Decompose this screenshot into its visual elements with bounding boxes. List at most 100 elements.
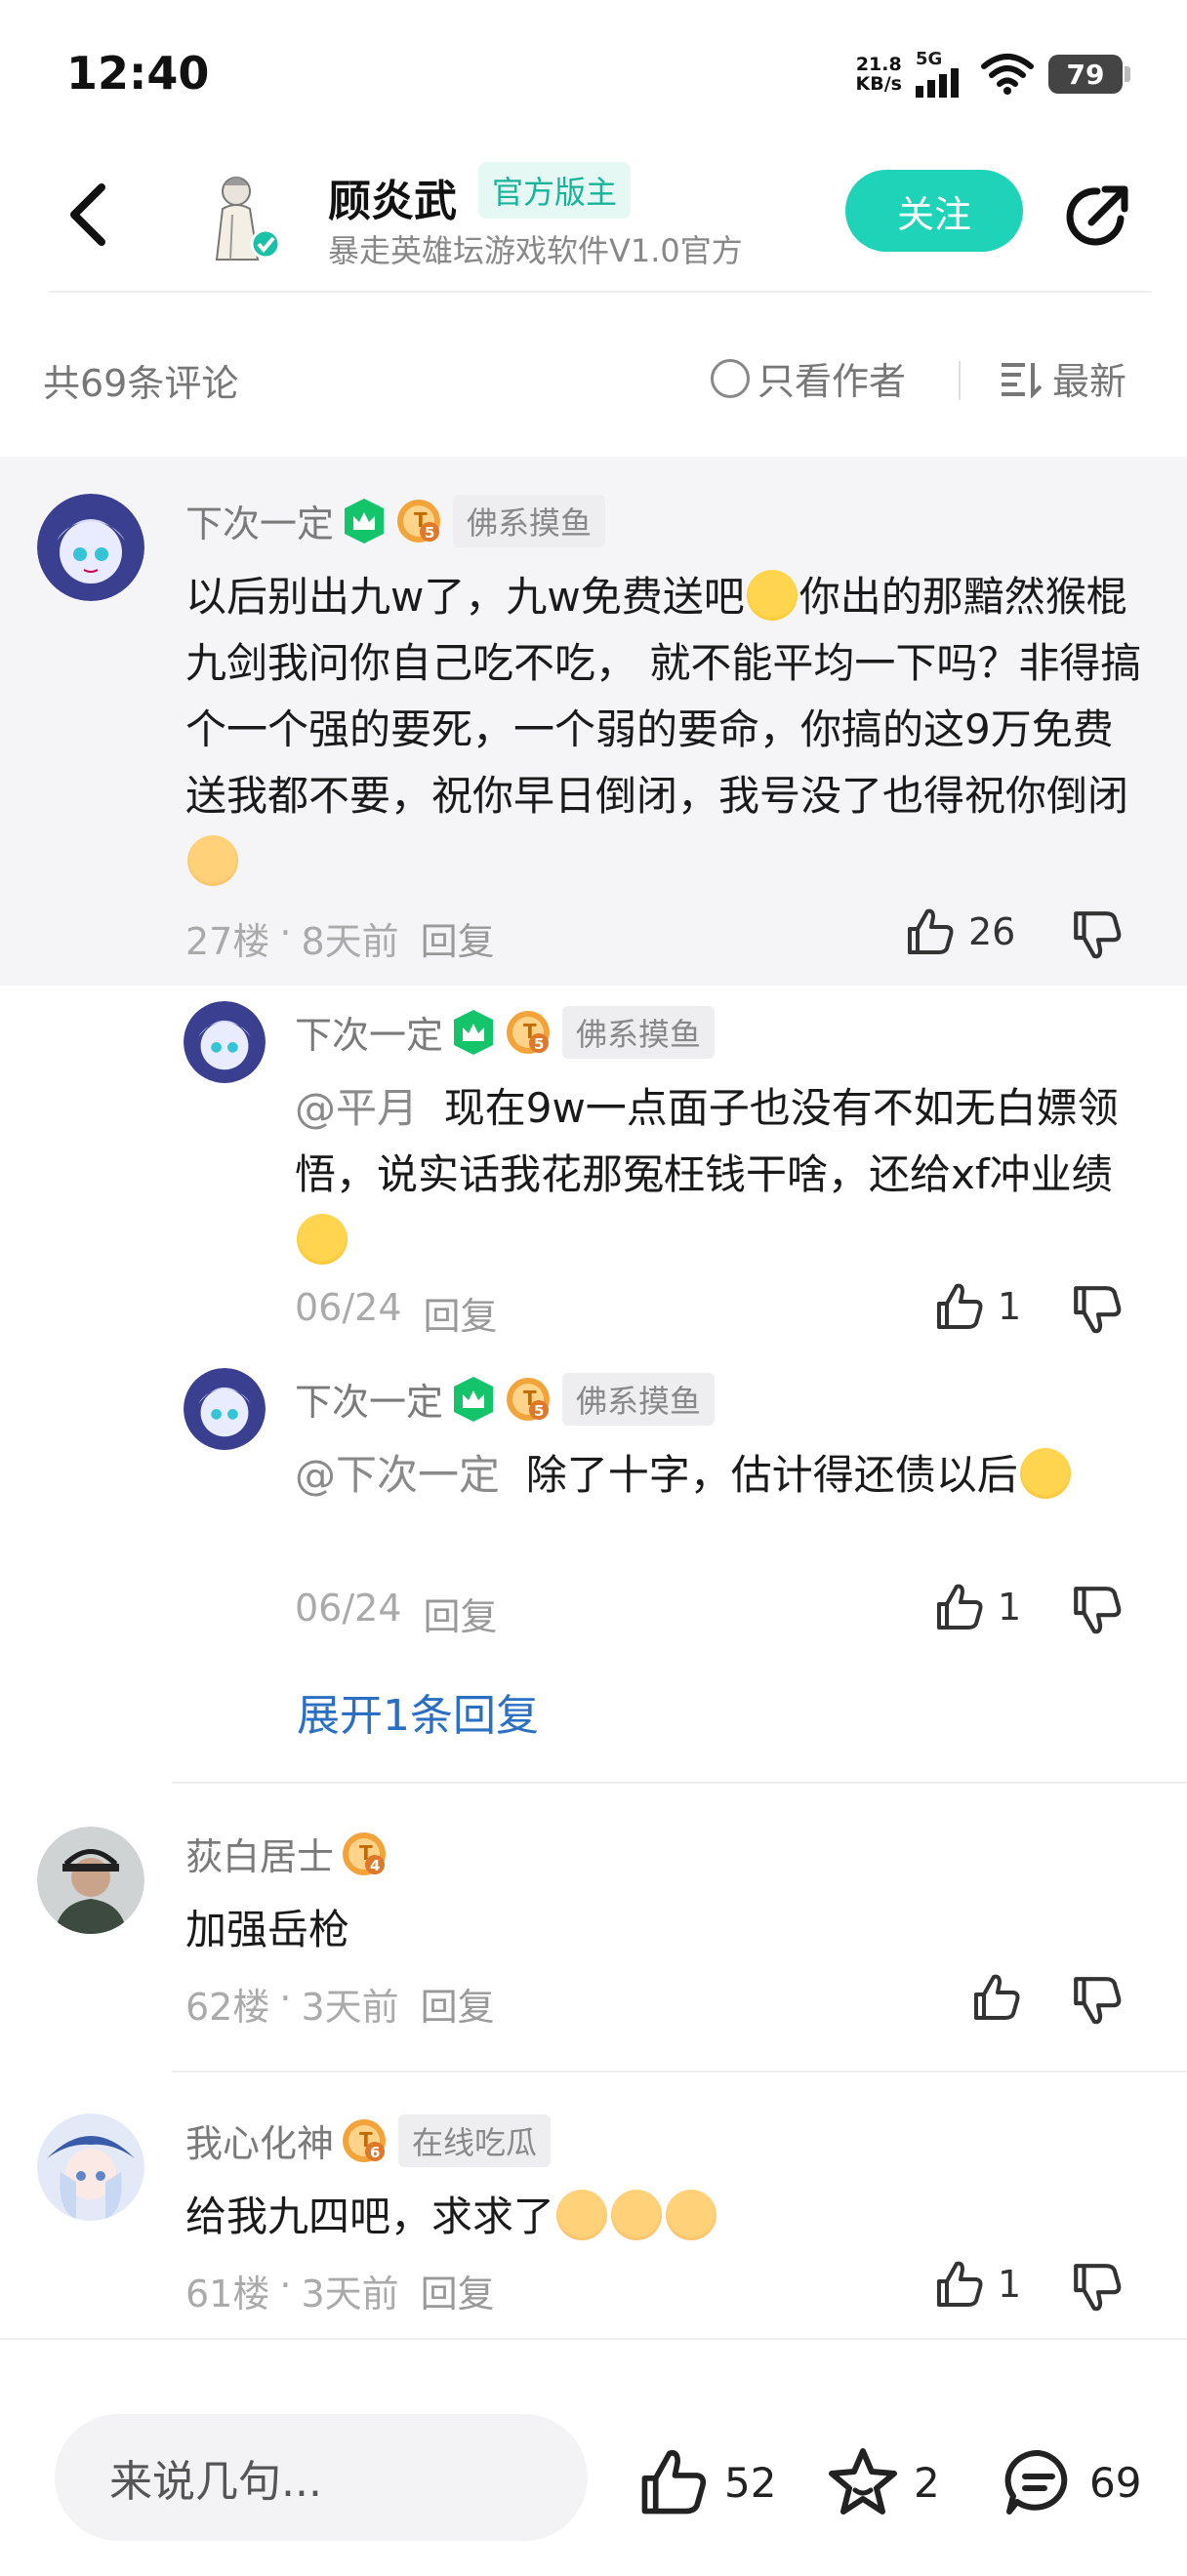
username[interactable]: 我心化神 — [185, 2113, 334, 2167]
reply-button[interactable]: 回复 — [424, 1587, 498, 1640]
like-button[interactable]: 1 — [933, 1280, 1021, 1333]
official-moderator-badge: 官方版主 — [478, 162, 632, 219]
flushed-emoji-icon — [187, 835, 238, 886]
crying-emoji-icon — [297, 1214, 348, 1265]
like-button[interactable] — [970, 1971, 1023, 2024]
mention-link[interactable]: @下次一定 — [295, 1451, 500, 1499]
author-only-toggle[interactable]: 只看作者 — [711, 351, 906, 405]
comment-count: 共69条评论 — [43, 362, 239, 405]
net-speed: 21.8 KB/s — [855, 54, 902, 95]
follow-button[interactable]: 关注 — [845, 170, 1023, 252]
status-bar: 12:40 21.8 KB/s 5G 79 — [0, 0, 1187, 146]
divider — [959, 361, 961, 400]
username[interactable]: 下次一定 — [295, 1005, 443, 1059]
svg-text:6: 6 — [370, 2144, 380, 2161]
reply-user-avatar[interactable] — [184, 1368, 266, 1450]
level-badge-icon: T 5 — [507, 1377, 551, 1421]
crown-badge-icon — [345, 498, 385, 543]
thumbs-up-icon — [908, 908, 954, 954]
reply-button[interactable]: 回复 — [421, 2264, 495, 2317]
comments-button[interactable]: 69 — [1002, 2445, 1141, 2519]
like-button[interactable]: 1 — [933, 2258, 1021, 2311]
reply-meta: 06/24 回复 — [295, 1286, 498, 1340]
favorite-button[interactable]: 2 — [826, 2445, 940, 2519]
comment-filter-bar: 共69条评论 只看作者 最新 — [0, 332, 1187, 420]
reply-button[interactable]: 回复 — [421, 1977, 495, 2031]
reply-meta: 06/24 回复 — [295, 1587, 498, 1640]
reply-text: @下次一定 除了十字，估计得还债以后 — [295, 1442, 1134, 1509]
like-button[interactable]: 26 — [904, 906, 1015, 958]
user-avatar[interactable] — [37, 2113, 144, 2221]
comment-meta: 61楼 · 3天前 回复 — [185, 2264, 495, 2317]
svg-text:5: 5 — [534, 1035, 544, 1053]
back-icon[interactable] — [61, 176, 119, 254]
user-title-tag: 佛系摸鱼 — [562, 1005, 716, 1059]
svg-text:5: 5 — [425, 524, 434, 542]
clock: 12:40 — [66, 47, 210, 100]
reply-user-avatar[interactable] — [184, 1001, 266, 1083]
svg-text:5: 5 — [534, 1402, 544, 1420]
thumbs-down-icon[interactable] — [1070, 1282, 1125, 1337]
post-like-button[interactable]: 52 — [636, 2445, 776, 2519]
username[interactable]: 下次一定 — [185, 494, 334, 547]
svg-text:4: 4 — [370, 1857, 380, 1874]
comment-text: 以后别出九w了，九w免费送吧 你出的那黯然猴棍九剑我问你自己吃不吃， 就不能平均一… — [185, 564, 1142, 896]
username[interactable]: 荻白居士 — [185, 1827, 334, 1880]
reply-button[interactable]: 回复 — [421, 911, 495, 965]
thumbs-down-icon[interactable] — [1070, 1973, 1125, 2028]
comment-user-row: 下次一定 T 5 佛系摸鱼 — [185, 494, 606, 547]
level-badge-icon: T 4 — [343, 1831, 387, 1875]
divider — [172, 1782, 1187, 1784]
smirk-emoji-icon — [746, 570, 798, 621]
crying-emoji-icon — [1019, 1448, 1071, 1499]
author-name[interactable]: 顾炎武 — [328, 166, 457, 228]
level-badge-icon: T 6 — [343, 2118, 387, 2162]
thumbs-up-icon — [937, 1584, 983, 1630]
thumbs-down-icon[interactable] — [1070, 2260, 1125, 2314]
user-title-tag: 佛系摸鱼 — [562, 1372, 716, 1426]
pleading-emoji-icon — [611, 2190, 663, 2240]
level-badge-icon: T 5 — [397, 499, 441, 543]
pleading-emoji-icon — [666, 2190, 717, 2240]
crown-badge-icon — [454, 1009, 494, 1055]
sort-icon — [1002, 362, 1043, 398]
sort-latest-button[interactable]: 最新 — [1000, 351, 1126, 405]
author-avatar[interactable] — [195, 166, 283, 263]
thumbs-down-icon[interactable] — [1070, 907, 1125, 962]
comment-user-row: 荻白居士 T 4 — [185, 1827, 389, 1880]
mention-link[interactable]: @平月 — [295, 1084, 418, 1132]
user-title-tag: 佛系摸鱼 — [453, 494, 606, 547]
comment-text: 加强岳枪 — [185, 1906, 350, 1953]
post-header: 顾炎武 官方版主 暴走英雄坛游戏软件V1.0官方 关注 — [0, 146, 1187, 283]
expand-replies-link[interactable]: 展开1条回复 — [297, 1680, 539, 1743]
thumbs-up-icon — [937, 2261, 983, 2307]
username[interactable]: 下次一定 — [295, 1372, 443, 1426]
status-icons: 21.8 KB/s 5G 79 — [855, 49, 1130, 98]
level-badge-icon: T 5 — [507, 1010, 551, 1054]
pleading-emoji-icon — [556, 2190, 608, 2240]
user-avatar[interactable] — [37, 1827, 144, 1934]
reply-user-row: 下次一定 T 5 佛系摸鱼 — [295, 1372, 716, 1426]
comment-input[interactable]: 来说几句... — [55, 2414, 588, 2541]
radio-circle-icon — [711, 358, 750, 398]
comment-meta: 27楼 · 8天前 回复 — [185, 911, 495, 965]
author-subtitle: 暴走英雄坛游戏软件V1.0官方 — [328, 232, 743, 269]
comment-bubble-icon — [1004, 2449, 1068, 2515]
reply-button[interactable]: 回复 — [424, 1286, 498, 1340]
thumbs-up-icon — [974, 1974, 1020, 2020]
crown-badge-icon — [454, 1376, 494, 1422]
cell-signal-icon: 5G — [916, 49, 966, 98]
reply-user-row: 下次一定 T 5 佛系摸鱼 — [295, 1005, 716, 1059]
bottom-action-bar: 来说几句... 52 2 69 — [0, 2338, 1187, 2576]
share-icon[interactable] — [1062, 181, 1132, 252]
comment-meta: 62楼 · 3天前 回复 — [185, 1977, 495, 2031]
thumbs-down-icon[interactable] — [1070, 1583, 1125, 1637]
comment-item: 下次一定 T 5 佛系摸鱼 以后别出九w了，九w免费送吧 你出的那黯然猴棍九剑我问… — [0, 457, 1187, 986]
reply-text: @平月 现在9w一点面子也没有不如无白嫖领悟，说实话我花那冤枉钱干啥，还给xf冲… — [295, 1075, 1134, 1274]
star-icon — [829, 2448, 897, 2515]
wifi-icon — [981, 54, 1034, 95]
divider — [172, 2071, 1187, 2073]
thumbs-up-icon — [937, 1283, 983, 1329]
like-button[interactable]: 1 — [933, 1581, 1021, 1633]
user-avatar[interactable] — [37, 494, 144, 601]
